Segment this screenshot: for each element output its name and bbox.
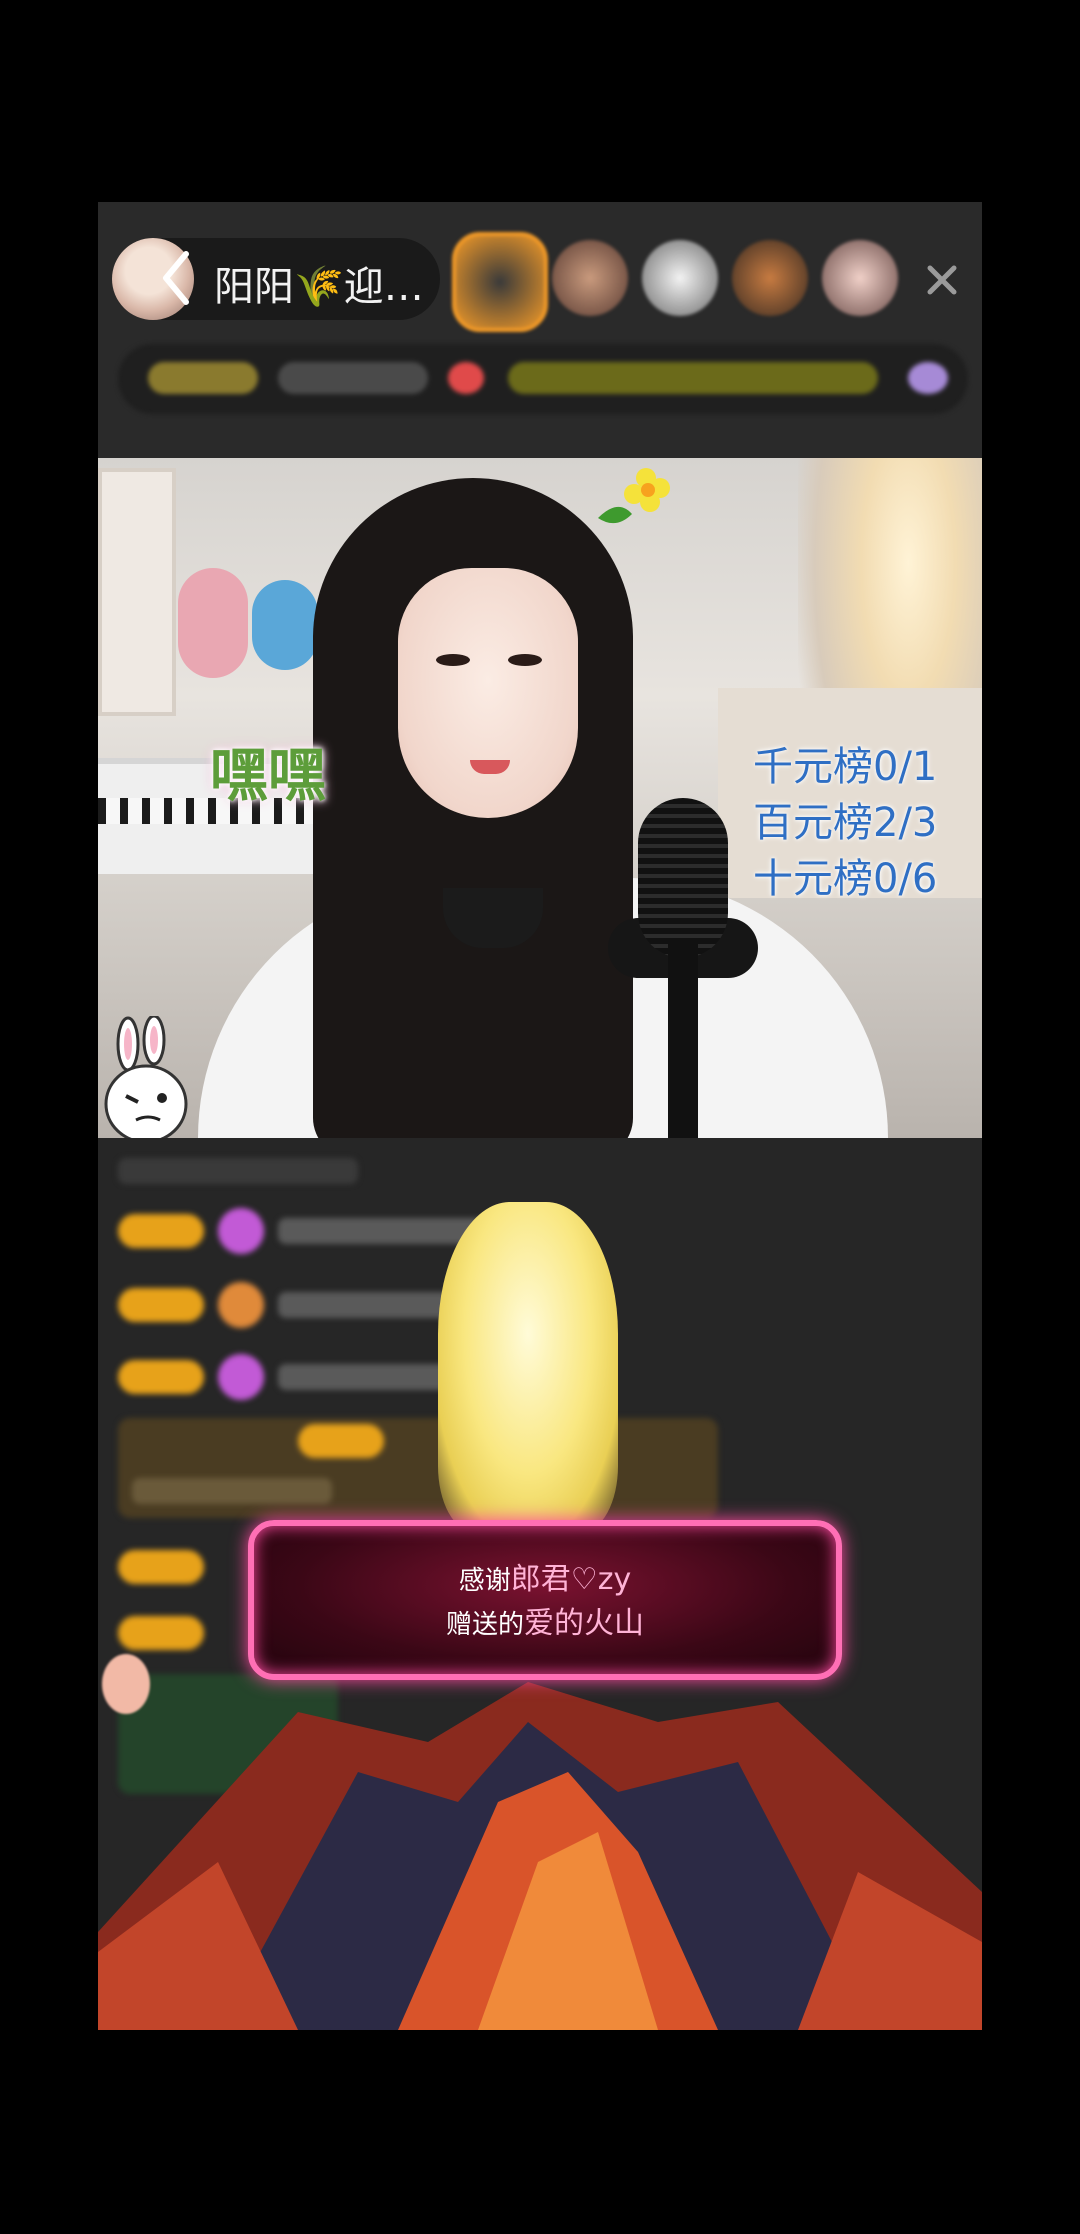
rank-line: 十元榜0/6 — [753, 856, 938, 902]
viewer-avatar[interactable] — [452, 232, 548, 332]
message-text — [118, 1158, 358, 1184]
like-bubble — [102, 1654, 150, 1714]
fan-badge-icon — [218, 1354, 264, 1400]
microphone — [638, 798, 728, 958]
gift-sender: 郎君♡zy — [510, 1562, 632, 1597]
live-video[interactable]: 嘿嘿 千元榜0/1 百元榜2/3 十元榜0/6 — [98, 458, 982, 1138]
host-name: 阳阳🌾迎… — [214, 264, 424, 310]
close-icon[interactable] — [924, 262, 960, 298]
jacket-collar — [443, 888, 543, 948]
viewer-avatar[interactable] — [822, 240, 898, 316]
info-chip[interactable] — [148, 362, 258, 394]
level-badge — [118, 1616, 204, 1650]
info-chip[interactable] — [448, 362, 484, 394]
message-text — [132, 1478, 332, 1504]
info-chip[interactable] — [508, 362, 878, 394]
plush-toy — [252, 580, 318, 670]
level-badge — [118, 1214, 204, 1248]
gift-name: 爱的火山 — [524, 1606, 644, 1641]
gift-line-2: 赠送的爱的火山 — [254, 1598, 836, 1642]
chat-message-highlight[interactable] — [118, 1418, 718, 1518]
top-bar: 阳阳🌾迎… — [98, 202, 982, 462]
stream-info-bar[interactable] — [118, 344, 968, 414]
gift-prefix: 感谢 — [458, 1566, 511, 1596]
wall-frame — [98, 468, 176, 716]
back-icon[interactable] — [156, 248, 196, 308]
mic-arm — [668, 938, 698, 1138]
fan-badge-icon — [218, 1208, 264, 1254]
fan-badge-icon — [218, 1282, 264, 1328]
viewer-avatar[interactable] — [732, 240, 808, 316]
host-info-pill[interactable]: 阳阳🌾迎… — [112, 238, 440, 320]
gift-middle: 赠送的 — [445, 1610, 524, 1640]
info-chip[interactable] — [278, 362, 428, 394]
viewer-avatar[interactable] — [552, 240, 628, 316]
live-stream-screen: 阳阳🌾迎… 嘿嘿 千元榜0/1 百元榜2/3 十元榜0/6 感谢郎君♡zy 赠送… — [98, 202, 982, 2030]
level-badge — [118, 1288, 204, 1322]
volcano-gift-animation — [98, 1682, 982, 2030]
gift-thanks-banner: 感谢郎君♡zy 赠送的爱的火山 — [248, 1520, 842, 1680]
level-badge — [118, 1550, 204, 1584]
flower-icon — [598, 468, 670, 524]
streamer-eye — [436, 654, 470, 666]
level-badge — [118, 1360, 204, 1394]
bunny-sticker-icon — [104, 1016, 188, 1138]
sticker-text: 嘿嘿 — [210, 741, 327, 809]
gift-fire-effect — [438, 1202, 618, 1532]
rank-line: 百元榜2/3 — [753, 800, 938, 846]
gift-line-1: 感谢郎君♡zy — [254, 1554, 836, 1598]
level-badge — [298, 1424, 384, 1458]
plush-toy — [178, 568, 248, 678]
rank-line: 千元榜0/1 — [753, 744, 938, 790]
viewer-avatar[interactable] — [642, 240, 718, 316]
streamer-face — [398, 568, 578, 818]
info-chip[interactable] — [908, 362, 948, 394]
streamer-eye — [508, 654, 542, 666]
